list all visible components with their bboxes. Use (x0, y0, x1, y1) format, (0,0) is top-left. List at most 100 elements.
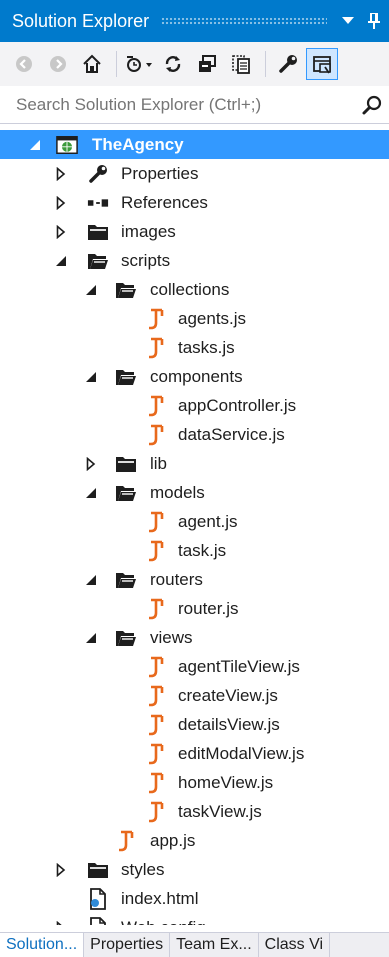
expanded-arrow-icon[interactable] (54, 254, 68, 268)
js-file-icon (145, 801, 167, 823)
home-icon[interactable] (76, 48, 108, 80)
tree-item-dataservice-js[interactable]: dataService.js (0, 420, 389, 449)
tree-item-label: homeView.js (178, 772, 274, 792)
tree-item-taskview-js[interactable]: taskView.js (0, 797, 389, 826)
preview-icon[interactable] (306, 48, 338, 80)
expanded-arrow-icon[interactable] (28, 138, 42, 152)
tree-item-detailsview-js[interactable]: detailsView.js (0, 710, 389, 739)
folder-open-icon (115, 482, 137, 504)
tree-item-label: scripts (121, 250, 171, 270)
tree-item-homeview-js[interactable]: homeView.js (0, 768, 389, 797)
dropdown-icon[interactable] (337, 10, 359, 32)
collapsed-arrow-icon[interactable] (54, 195, 68, 210)
tree-item-agenttileview-js[interactable]: agentTileView.js (0, 652, 389, 681)
tree-item-label: components (150, 366, 243, 386)
tree-item-label: editModalView.js (178, 743, 305, 763)
tree-item-scripts[interactable]: scripts (0, 246, 389, 275)
tree-item-label: views (150, 627, 193, 647)
tree-item-label: styles (121, 859, 165, 879)
collapsed-arrow-icon[interactable] (54, 224, 68, 239)
config-file-icon (87, 916, 109, 925)
tree-item-label: collections (150, 279, 230, 299)
tree-item-label: models (150, 482, 205, 502)
bottom-tabs: Solution... Properties Team Ex... Class Vi (0, 932, 389, 957)
tree-item-label: detailsView.js (178, 714, 280, 734)
tree-item-label: app.js (150, 830, 196, 850)
tree-item-label: agents.js (178, 308, 247, 328)
tree-item-label: Web.config (121, 918, 206, 926)
expanded-arrow-icon[interactable] (84, 370, 98, 384)
collapsed-arrow-icon[interactable] (54, 166, 68, 181)
expanded-arrow-icon[interactable] (84, 631, 98, 645)
tree-item-lib[interactable]: lib (0, 449, 389, 478)
tree-item-theagency[interactable]: TheAgency (0, 130, 389, 159)
pin-icon[interactable] (363, 10, 385, 32)
tab-team-ex[interactable]: Team Ex... (170, 933, 259, 957)
tree-item-routers[interactable]: routers (0, 565, 389, 594)
tree-item-app-js[interactable]: app.js (0, 826, 389, 855)
js-file-icon (145, 772, 167, 794)
wrench-icon (87, 163, 109, 185)
tab-solution[interactable]: Solution... (0, 933, 85, 957)
search-icon[interactable] (359, 92, 385, 118)
back-icon[interactable] (8, 48, 40, 80)
tree-item-label: agentTileView.js (178, 656, 300, 676)
tab-properties[interactable]: Properties (84, 933, 171, 957)
tree-item-properties[interactable]: Properties (0, 159, 389, 188)
tree-item-models[interactable]: models (0, 478, 389, 507)
tree-item-editmodalview-js[interactable]: editModalView.js (0, 739, 389, 768)
tree-item-appcontroller-js[interactable]: appController.js (0, 391, 389, 420)
tree-item-router-js[interactable]: router.js (0, 594, 389, 623)
tree-item-label: router.js (178, 598, 239, 618)
tree-item-label: images (121, 221, 176, 241)
js-file-icon (145, 685, 167, 707)
properties-icon[interactable] (272, 48, 304, 80)
tree-item-web-config[interactable]: Web.config (0, 913, 389, 925)
tree-item-references[interactable]: References (0, 188, 389, 217)
project-icon (56, 134, 78, 156)
tree-item-components[interactable]: components (0, 362, 389, 391)
tree-item-label: createView.js (178, 685, 278, 705)
expanded-arrow-icon[interactable] (84, 573, 98, 587)
tree-item-label: agent.js (178, 511, 238, 531)
tree-item-label: References (121, 192, 208, 212)
sync-icon[interactable] (123, 48, 155, 80)
js-file-icon (145, 656, 167, 678)
collapsed-arrow-icon[interactable] (54, 920, 68, 925)
show-all-files-icon[interactable] (225, 48, 257, 80)
js-file-icon (145, 743, 167, 765)
tab-class-vi[interactable]: Class Vi (259, 933, 331, 957)
tree-item-index-html[interactable]: index.html (0, 884, 389, 913)
toolbar-separator (265, 51, 266, 77)
tree-item-label: Properties (121, 163, 199, 183)
tree-item-label: routers (150, 569, 203, 589)
tree-item-agent-js[interactable]: agent.js (0, 507, 389, 536)
tree-item-agents-js[interactable]: agents.js (0, 304, 389, 333)
tree-item-task-js[interactable]: task.js (0, 536, 389, 565)
expanded-arrow-icon[interactable] (84, 283, 98, 297)
js-file-icon (145, 395, 167, 417)
tree-item-label: appController.js (178, 395, 297, 415)
tree-item-label: lib (150, 453, 168, 473)
search-input[interactable] (16, 94, 359, 115)
title-grip[interactable] (161, 17, 327, 25)
tree-item-collections[interactable]: collections (0, 275, 389, 304)
collapsed-arrow-icon[interactable] (54, 862, 68, 877)
js-file-icon (145, 337, 167, 359)
tree-item-views[interactable]: views (0, 623, 389, 652)
tree-item-label: dataService.js (178, 424, 285, 444)
collapsed-arrow-icon[interactable] (84, 456, 98, 471)
folder-open-icon (115, 627, 137, 649)
tree-item-label: index.html (121, 888, 199, 908)
toolbar (0, 42, 389, 86)
expanded-arrow-icon[interactable] (84, 486, 98, 500)
tree-item-tasks-js[interactable]: tasks.js (0, 333, 389, 362)
refresh-icon[interactable] (157, 48, 189, 80)
folder-icon (115, 453, 137, 475)
js-file-icon (115, 830, 137, 852)
tree-item-images[interactable]: images (0, 217, 389, 246)
tree-item-createview-js[interactable]: createView.js (0, 681, 389, 710)
forward-icon[interactable] (42, 48, 74, 80)
tree-item-styles[interactable]: styles (0, 855, 389, 884)
collapse-all-icon[interactable] (191, 48, 223, 80)
